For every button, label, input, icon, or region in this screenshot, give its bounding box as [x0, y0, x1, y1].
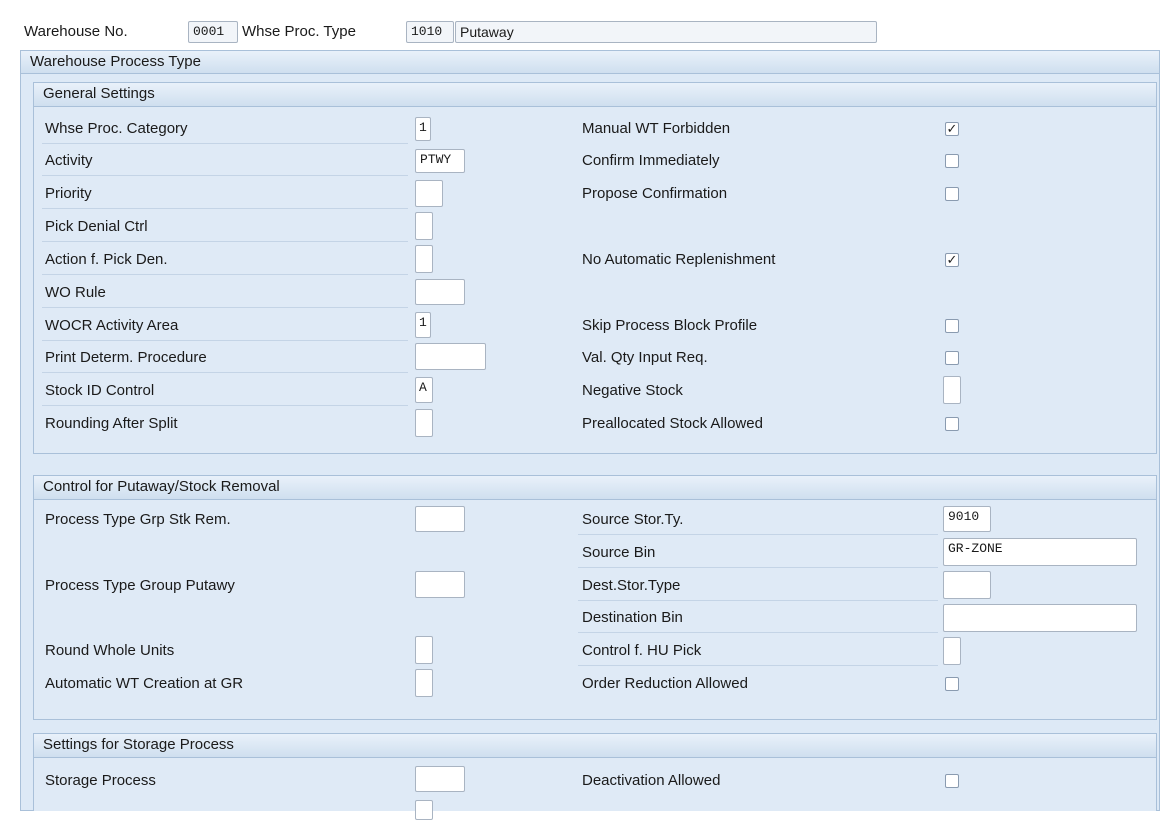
warehouse-no-label: Warehouse No. — [24, 23, 128, 40]
automatic-wt-creation-label: Automatic WT Creation at GR — [45, 675, 244, 692]
control-hu-pick-label: Control f. HU Pick — [582, 642, 702, 659]
wo-rule-label: WO Rule — [45, 284, 106, 301]
skip-process-block-profile-checkbox[interactable] — [945, 319, 959, 333]
priority-label: Priority — [45, 185, 92, 202]
print-determ-procedure-label: Print Determ. Procedure — [45, 349, 207, 366]
wocr-activity-area-field[interactable]: 1 — [415, 312, 431, 338]
storage-process-title: Settings for Storage Process — [33, 733, 1157, 758]
stock-id-control-field[interactable]: A — [415, 377, 433, 403]
deactivation-allowed-label: Deactivation Allowed — [582, 772, 721, 789]
destination-bin-field[interactable] — [943, 604, 1137, 632]
manual-wt-forbidden-label: Manual WT Forbidden — [582, 120, 731, 137]
automatic-wt-creation-field[interactable] — [415, 669, 433, 697]
val-qty-input-req-checkbox[interactable] — [945, 351, 959, 365]
preallocated-stock-allowed-checkbox[interactable] — [945, 417, 959, 431]
order-reduction-allowed-label: Order Reduction Allowed — [582, 675, 748, 692]
rounding-after-split-field[interactable] — [415, 409, 433, 437]
priority-field[interactable] — [415, 180, 443, 207]
destination-bin-label: Destination Bin — [582, 609, 683, 626]
propose-confirmation-checkbox[interactable] — [945, 187, 959, 201]
dest-stor-type-label: Dest.Stor.Type — [582, 577, 681, 594]
val-qty-input-req-label: Val. Qty Input Req. — [582, 349, 708, 366]
process-type-group-putawy-field[interactable] — [415, 571, 465, 598]
main-panel-title: Warehouse Process Type — [20, 50, 1160, 74]
pick-denial-ctrl-field[interactable] — [415, 212, 433, 240]
control-hu-pick-field[interactable] — [943, 637, 961, 665]
negative-stock-label: Negative Stock — [582, 382, 683, 399]
control-putaway-title: Control for Putaway/Stock Removal — [33, 475, 1157, 500]
whse-proc-category-label: Whse Proc. Category — [45, 120, 188, 137]
partial-field[interactable] — [415, 800, 433, 820]
proc-type-label: Whse Proc. Type — [242, 23, 356, 40]
dest-stor-type-field[interactable] — [943, 571, 991, 599]
source-bin-label: Source Bin — [582, 544, 656, 561]
storage-process-label: Storage Process — [45, 772, 156, 789]
order-reduction-allowed-checkbox[interactable] — [945, 677, 959, 691]
warehouse-no-field[interactable]: 0001 — [188, 21, 238, 43]
wocr-activity-area-label: WOCR Activity Area — [45, 317, 179, 334]
confirm-immediately-label: Confirm Immediately — [582, 152, 720, 169]
general-settings-title: General Settings — [33, 82, 1157, 107]
process-type-grp-stk-rem-field[interactable] — [415, 506, 465, 532]
stock-id-control-label: Stock ID Control — [45, 382, 155, 399]
round-whole-units-field[interactable] — [415, 636, 433, 664]
rounding-after-split-label: Rounding After Split — [45, 415, 178, 432]
activity-label: Activity — [45, 152, 93, 169]
round-whole-units-label: Round Whole Units — [45, 642, 175, 659]
skip-process-block-profile-label: Skip Process Block Profile — [582, 317, 758, 334]
storage-process-field[interactable] — [415, 766, 465, 792]
pick-denial-ctrl-label: Pick Denial Ctrl — [45, 218, 148, 235]
preallocated-stock-allowed-label: Preallocated Stock Allowed — [582, 415, 763, 432]
no-automatic-replenishment-checkbox[interactable]: ✓ — [945, 253, 959, 267]
whse-proc-category-field[interactable]: 1 — [415, 117, 431, 141]
source-bin-field[interactable]: GR-ZONE — [943, 538, 1137, 566]
print-determ-procedure-field[interactable] — [415, 343, 486, 370]
proc-type-description: Putaway — [455, 21, 877, 43]
action-pick-den-field[interactable] — [415, 245, 433, 273]
wo-rule-field[interactable] — [415, 279, 465, 305]
source-stor-ty-label: Source Stor.Ty. — [582, 511, 684, 528]
negative-stock-field[interactable] — [943, 376, 961, 404]
process-type-group-putawy-label: Process Type Group Putawy — [45, 577, 235, 594]
no-automatic-replenishment-label: No Automatic Replenishment — [582, 251, 776, 268]
propose-confirmation-label: Propose Confirmation — [582, 185, 728, 202]
confirm-immediately-checkbox[interactable] — [945, 154, 959, 168]
process-type-grp-stk-rem-label: Process Type Grp Stk Rem. — [45, 511, 231, 528]
deactivation-allowed-checkbox[interactable] — [945, 774, 959, 788]
activity-field[interactable]: PTWY — [415, 149, 465, 173]
manual-wt-forbidden-checkbox[interactable]: ✓ — [945, 122, 959, 136]
proc-type-field[interactable]: 1010 — [406, 21, 454, 43]
source-stor-ty-field[interactable]: 9010 — [943, 506, 991, 532]
action-pick-den-label: Action f. Pick Den. — [45, 251, 168, 268]
